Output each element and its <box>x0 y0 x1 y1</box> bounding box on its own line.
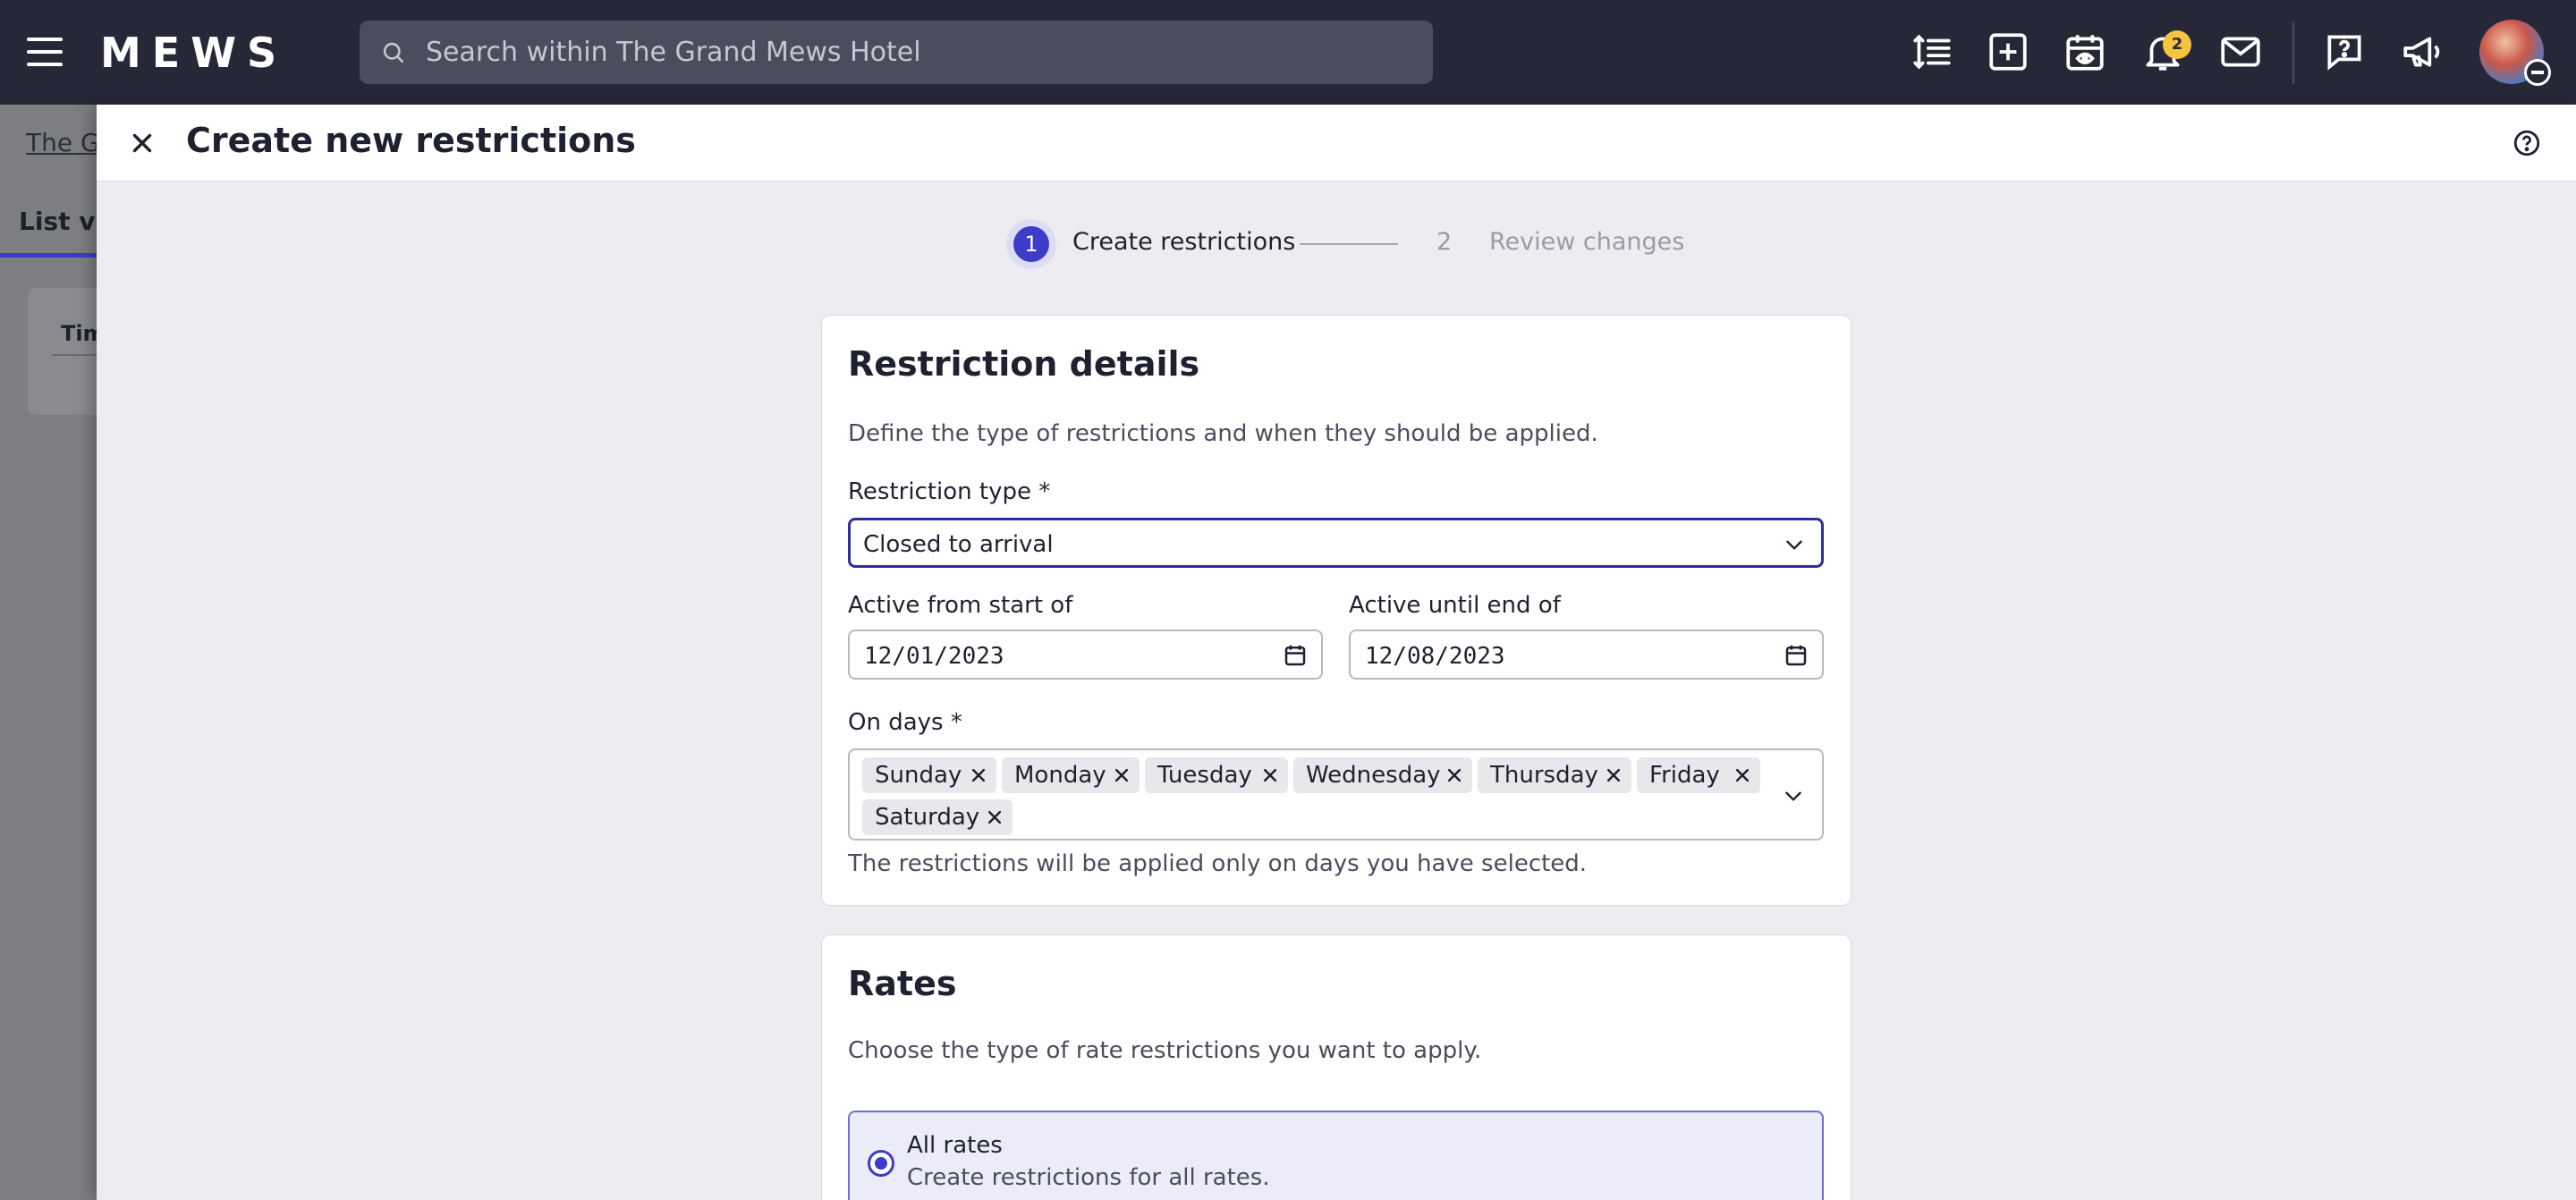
remove-chip-icon[interactable] <box>970 766 987 784</box>
remove-chip-icon[interactable] <box>1113 766 1131 784</box>
step-2-label: Review changes <box>1489 228 1685 256</box>
step-2-number: 2 <box>1436 228 1453 256</box>
remove-chip-icon[interactable] <box>1605 766 1623 784</box>
day-chip-saturday: Saturday <box>862 799 1013 835</box>
on-days-multiselect[interactable]: Sunday Monday Tuesday Wednesday Thursday… <box>848 748 1824 841</box>
notification-count-badge: 2 <box>2163 30 2191 59</box>
all-rates-title: All rates <box>907 1132 1003 1159</box>
active-from-label: Active from start of <box>848 592 1073 619</box>
day-chip-label: Monday <box>1014 762 1106 789</box>
day-chip-label: Sunday <box>875 762 962 789</box>
remove-chip-icon[interactable] <box>1733 766 1751 784</box>
global-search[interactable] <box>360 21 1433 84</box>
day-chip-label: Friday <box>1649 762 1720 789</box>
chevron-down-icon[interactable] <box>1780 784 1807 807</box>
calendar-eye-icon[interactable] <box>2063 30 2107 74</box>
rates-card: Rates Choose the type of rate restrictio… <box>821 934 1852 1200</box>
line-spacing-icon[interactable] <box>1910 30 1954 74</box>
stepper-connector <box>1300 243 1398 245</box>
day-chip-label: Saturday <box>875 804 980 831</box>
rates-description: Choose the type of rate restrictions you… <box>848 1037 1482 1064</box>
day-chip-label: Wednesday <box>1306 762 1441 789</box>
avatar-status-icon <box>2524 59 2551 86</box>
restriction-details-title: Restriction details <box>848 344 1200 384</box>
step-1-number: 1 <box>1013 226 1049 262</box>
help-chat-icon[interactable] <box>2322 30 2367 74</box>
all-rates-description: Create restrictions for all rates. <box>907 1164 1270 1191</box>
hamburger-menu-icon[interactable] <box>27 38 63 66</box>
panel-header: Create new restrictions <box>97 105 2576 182</box>
all-rates-option[interactable]: All rates Create restrictions for all ra… <box>848 1111 1824 1200</box>
restriction-type-select[interactable]: Closed to arrival <box>848 518 1824 568</box>
search-icon <box>383 42 404 63</box>
mews-logo[interactable]: MEWS <box>100 29 287 77</box>
remove-chip-icon[interactable] <box>1261 766 1279 784</box>
day-chip-tuesday: Tuesday <box>1145 757 1288 793</box>
restriction-details-card: Restriction details Define the type of r… <box>821 315 1852 906</box>
calendar-icon[interactable] <box>1282 642 1309 669</box>
day-chip-monday: Monday <box>1002 757 1140 793</box>
search-input[interactable] <box>426 21 1410 84</box>
remove-chip-icon[interactable] <box>986 808 1004 826</box>
restriction-type-label: Restriction type * <box>848 478 1051 505</box>
close-icon[interactable] <box>127 128 157 158</box>
add-square-icon[interactable] <box>1986 30 2030 74</box>
active-until-label: Active until end of <box>1349 592 1561 619</box>
day-chip-thursday: Thursday <box>1478 757 1631 793</box>
nav-divider <box>2292 21 2294 84</box>
tab-underline <box>0 253 98 258</box>
panel-title: Create new restrictions <box>186 121 636 160</box>
restriction-type-value: Closed to arrival <box>863 531 1054 558</box>
active-from-value: 12/01/2023 <box>864 643 1004 670</box>
day-chip-label: Thursday <box>1490 762 1598 789</box>
day-chip-label: Tuesday <box>1157 762 1252 789</box>
chevron-down-icon <box>1786 540 1802 550</box>
day-chip-friday: Friday <box>1637 757 1760 793</box>
on-days-hint: The restrictions will be applied only on… <box>848 850 1588 877</box>
active-from-date-input[interactable]: 12/01/2023 <box>848 630 1323 680</box>
mail-icon[interactable] <box>2218 30 2263 74</box>
day-chip-sunday: Sunday <box>862 757 996 793</box>
day-chip-wednesday: Wednesday <box>1293 757 1472 793</box>
top-navigation-bar: MEWS 2 <box>0 0 2576 105</box>
help-circle-icon[interactable] <box>2512 128 2542 158</box>
step-1-label: Create restrictions <box>1072 228 1296 256</box>
calendar-icon[interactable] <box>1783 642 1809 669</box>
on-days-label: On days * <box>848 709 962 736</box>
rates-title: Rates <box>848 964 957 1003</box>
megaphone-icon[interactable] <box>2400 30 2445 74</box>
restriction-details-description: Define the type of restrictions and when… <box>848 420 1598 447</box>
active-until-value: 12/08/2023 <box>1365 643 1505 670</box>
create-restrictions-panel: Create new restrictions 1 Create restric… <box>97 105 2576 1200</box>
active-until-date-input[interactable]: 12/08/2023 <box>1349 630 1824 680</box>
remove-chip-icon[interactable] <box>1445 766 1463 784</box>
all-rates-radio[interactable] <box>868 1150 894 1177</box>
step-1-indicator: 1 <box>1006 219 1056 269</box>
